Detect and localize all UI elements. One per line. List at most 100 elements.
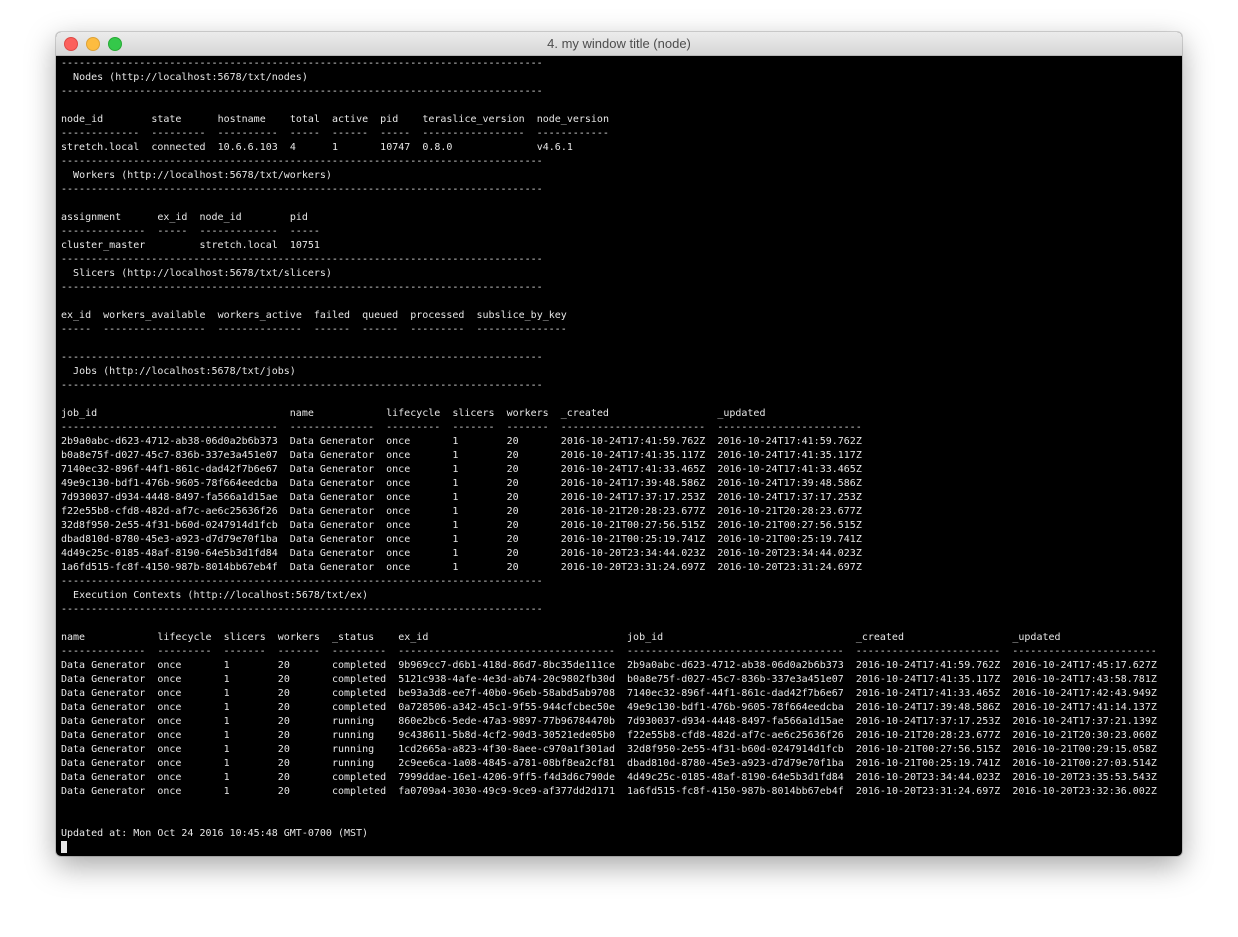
table-cell: 20 [506,520,519,531]
table-cell: fa0709a4-3030-49c9-9ce9-af377dd2d171 [398,786,615,797]
column-header: workers [277,632,320,643]
table-row: 1a6fd515-fc8f-4150-987b-8014bb67eb4f Dat… [61,561,1182,575]
column-header: name [289,408,314,419]
column-header: workers_available [103,310,206,321]
table-cell: 2016-10-24T17:43:58.781Z [1012,674,1157,685]
table-cell: running [332,758,375,769]
table-cell: once [386,562,411,573]
table-cell: 20 [277,730,290,741]
table-cell: once [386,548,411,559]
table-cell: 10751 [289,240,320,251]
table-cell: 2016-10-20T23:32:36.002Z [1012,786,1157,797]
table-cell: once [386,520,411,531]
table-cell: Data Generator [61,716,146,727]
table-cell: 49e9c130-bdf1-476b-9605-78f664eedcba [627,702,844,713]
table-cell: running [332,716,375,727]
table-cell: 0a728506-a342-45c1-9f55-944cfcbec50e [398,702,615,713]
table-cell: 2016-10-24T17:39:48.586Z [717,478,862,489]
table-cell: 2016-10-20T23:34:44.023Z [717,548,862,559]
column-header: name [61,632,86,643]
column-header: job_id [61,408,98,419]
section-title: Workers (http://localhost:5678/txt/worke… [61,169,1182,183]
separator: ----------------------------------------… [61,58,543,69]
title-bar[interactable]: 4. my window title (node) [56,32,1182,56]
table-cell: completed [332,660,387,671]
separator: ----------------------------------------… [61,352,543,363]
column-header: ex_id [157,212,188,223]
column-header: pid [380,114,399,125]
separator: ----------------------------------------… [61,254,543,265]
column-header: teraslice_version [422,114,525,125]
table-cell: once [157,744,182,755]
table-cell: 860e2bc6-5ede-47a3-9897-77b96784470b [398,716,615,727]
table-cell: 1 [223,688,230,699]
table-cell: 2016-10-24T17:37:17.253Z [717,492,862,503]
table-cell: Data Generator [289,506,375,517]
table-cell: f22e55b8-cfd8-482d-af7c-ae6c25636f26 [627,730,844,741]
header-underline: ------------- --------- ---------- -----… [61,128,609,139]
table-cell: 1 [452,562,459,573]
column-header: processed [410,310,465,321]
table-cell: 1 [452,520,459,531]
table-cell: Data Generator [61,730,146,741]
table-cell: 2016-10-24T17:41:14.137Z [1012,702,1157,713]
table-cell: 4d49c25c-0185-48af-8190-64e5b3d1fd84 [61,548,278,559]
table-cell: 1 [223,660,230,671]
table-cell: Data Generator [61,674,146,685]
table-cell: completed [332,786,387,797]
table-cell: 2016-10-20T23:31:24.697Z [717,562,862,573]
column-header: lifecycle [157,632,212,643]
terminal-output[interactable]: ----------------------------------------… [61,57,1182,856]
table-row: Data Generator once 1 20 completed 0a728… [61,701,1182,715]
table-cell: 1 [452,534,459,545]
column-header: lifecycle [386,408,441,419]
table-cell: once [157,716,182,727]
section-title: Jobs (http://localhost:5678/txt/jobs) [61,365,1182,379]
table-cell: 7d930037-d934-4448-8497-fa566a1d15ae [61,492,278,503]
column-header: failed [313,310,351,321]
table-cell: 2016-10-21T00:27:56.515Z [855,744,1001,755]
table-cell: Data Generator [289,548,375,559]
table-cell: 20 [277,772,290,783]
table-cell: 2016-10-21T00:27:56.515Z [717,520,862,531]
table-row: Data Generator once 1 20 running 9c43861… [61,729,1182,743]
table-cell: 2016-10-24T17:42:43.949Z [1012,688,1157,699]
table-cell: 1a6fd515-fc8f-4150-987b-8014bb67eb4f [61,562,278,573]
table-cell: 1 [223,786,230,797]
cursor [61,841,67,853]
header-underline: -------------- ----- ------------- ----- [61,226,320,237]
table-cell: Data Generator [61,660,146,671]
table-cell: stretch.local [199,240,278,251]
table-cell: Data Generator [289,450,375,461]
table-cell: stretch.local [61,142,140,153]
table-cell: 2016-10-21T20:28:23.677Z [560,506,706,517]
section-title: Slicers (http://localhost:5678/txt/slice… [61,267,1182,281]
separator: ----------------------------------------… [61,86,543,97]
table-row: dbad810d-8780-45e3-a923-d7d79e70f1ba Dat… [61,533,1182,547]
table-row: stretch.local connected 10.6.6.103 4 1 1… [61,141,1182,155]
table-cell: once [386,464,411,475]
table-cell: running [332,730,375,741]
table-cell: Data Generator [289,534,375,545]
column-header: workers [506,408,549,419]
table-cell: 2016-10-24T17:37:17.253Z [560,492,706,503]
column-header: hostname [217,114,266,125]
table-cell: 2016-10-20T23:34:44.023Z [855,772,1001,783]
table-row: f22e55b8-cfd8-482d-af7c-ae6c25636f26 Dat… [61,505,1182,519]
table-cell: once [157,786,182,797]
column-header: _created [855,632,904,643]
table-cell: 7999ddae-16e1-4206-9ff5-f4d3d6c790de [398,772,615,783]
table-cell: 2016-10-24T17:41:59.762Z [717,436,862,447]
table-row: 7d930037-d934-4448-8497-fa566a1d15ae Dat… [61,491,1182,505]
table-cell: 1 [452,548,459,559]
table-cell: once [386,506,411,517]
table-row: Data Generator once 1 20 completed 9b969… [61,659,1182,673]
column-header: total [289,114,320,125]
column-header: _created [560,408,609,419]
table-cell: 49e9c130-bdf1-476b-9605-78f664eedcba [61,478,278,489]
table-cell: completed [332,772,387,783]
table-cell: once [386,492,411,503]
table-cell: completed [332,674,387,685]
